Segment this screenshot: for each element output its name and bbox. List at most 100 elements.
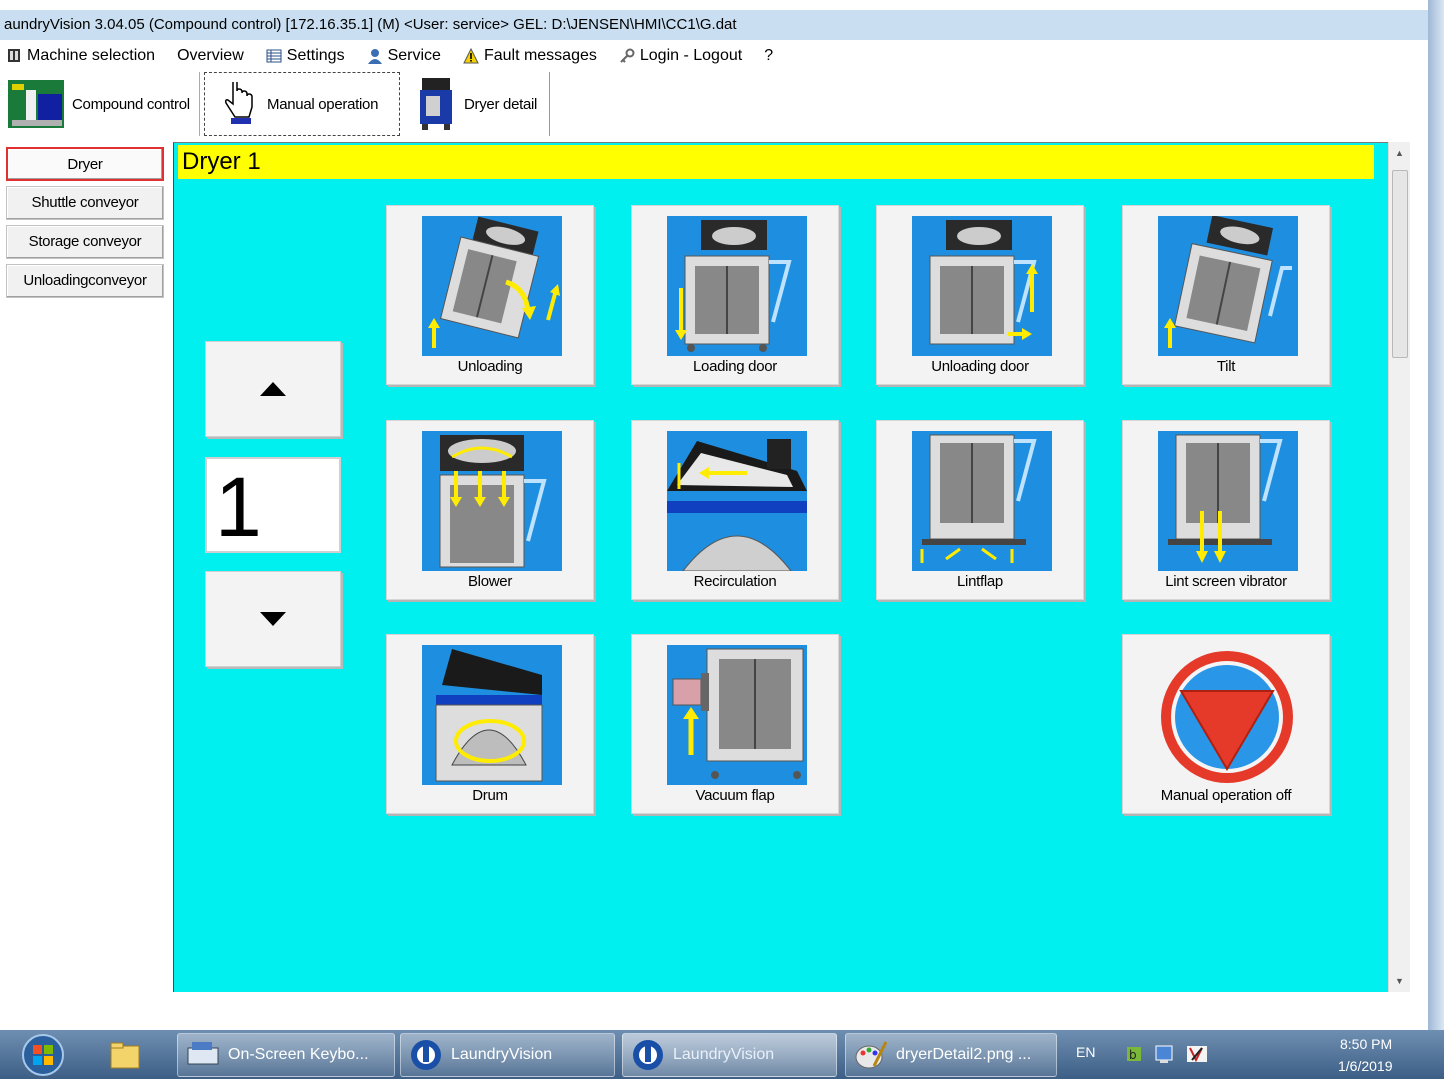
explorer-taskbar-button[interactable] [100, 1033, 164, 1077]
laundryvision-icon [633, 1040, 663, 1070]
tile-label: Vacuum flap [695, 787, 775, 804]
settings-table-icon [266, 49, 282, 63]
menu-machine-selection[interactable]: Machine selection [6, 47, 155, 65]
machine-sidebar: Dryer Shuttle conveyor Storage conveyor … [6, 142, 172, 992]
dryer-detail-button[interactable]: Dryer detail [400, 72, 550, 136]
tile-recirculation[interactable]: Recirculation [631, 420, 839, 600]
tile-blower[interactable]: Blower [386, 420, 594, 600]
menu-help[interactable]: ? [764, 47, 773, 65]
tile-label: Loading door [693, 358, 777, 375]
taskbar-item-label: LaundryVision [673, 1046, 775, 1063]
menu-overview[interactable]: Overview [177, 47, 244, 65]
taskbar-item-label: On-Screen Keybo... [228, 1046, 369, 1063]
tile-label: Unloading door [931, 358, 1029, 375]
vertical-scrollbar[interactable]: ▲ ▼ [1388, 142, 1410, 992]
menu-label: Settings [286, 47, 345, 64]
folder-icon [110, 1042, 140, 1069]
taskbar: On-Screen Keybo... LaundryVision Laundry… [0, 1030, 1444, 1079]
tile-tilt[interactable]: Tilt [1122, 205, 1330, 385]
tray-app-icon[interactable]: b [1124, 1044, 1144, 1064]
manual-operation-off-button[interactable]: Manual operation off [1122, 634, 1330, 814]
manual-operation-button[interactable]: Manual operation [204, 72, 400, 136]
lint-screen-vibrator-icon [1158, 431, 1298, 571]
menu-label: ? [764, 47, 774, 64]
tile-loading-door[interactable]: Loading door [631, 205, 839, 385]
volume-mixer-icon[interactable] [1186, 1044, 1208, 1064]
windows-start-icon [22, 1034, 64, 1076]
tile-drum[interactable]: Drum [386, 634, 594, 814]
tile-lint-screen-vibrator[interactable]: Lint screen vibrator [1122, 420, 1330, 600]
laundryvision-icon [411, 1040, 441, 1070]
sidebar-item-unloading-conveyor[interactable]: Unloadingconveyor [6, 264, 164, 298]
arrow-up-icon [260, 382, 286, 396]
window-title: aundryVision 3.04.05 (Compound control) … [0, 10, 1428, 40]
menu-bar: Machine selection Overview Settings Serv… [0, 42, 795, 70]
dryer-detail-label: Dryer detail [464, 95, 538, 113]
scroll-up-icon[interactable]: ▲ [1395, 148, 1404, 158]
lintflap-icon [912, 431, 1052, 571]
clock-time[interactable]: 8:50 PM [1340, 1036, 1392, 1052]
drum-icon [422, 645, 562, 785]
menu-label: Service [387, 47, 441, 64]
compound-control-button[interactable]: Compound control [0, 72, 200, 136]
tile-label: Lint screen vibrator [1165, 573, 1287, 590]
increment-button[interactable] [205, 341, 341, 437]
hand-pointer-icon [225, 82, 253, 124]
tile-vacuum-flap[interactable]: Vacuum flap [631, 634, 839, 814]
tile-label: Manual operation off [1160, 787, 1292, 804]
decrement-button[interactable] [205, 571, 341, 667]
paint-palette-icon [855, 1041, 888, 1069]
start-button[interactable] [14, 1033, 72, 1077]
taskbar-item-paint[interactable]: dryerDetail2.png ... [845, 1033, 1057, 1077]
taskbar-item-laundryvision-1[interactable]: LaundryVision [400, 1033, 615, 1077]
menu-login-logout[interactable]: Login - Logout [619, 47, 742, 65]
loading-door-icon [667, 216, 807, 356]
warning-icon [463, 48, 479, 64]
tile-lintflap[interactable]: Lintflap [876, 420, 1084, 600]
arrow-down-icon [260, 612, 286, 626]
taskbar-item-laundryvision-2[interactable]: LaundryVision [622, 1033, 837, 1077]
sidebar-item-shuttle-conveyor[interactable]: Shuttle conveyor [6, 186, 164, 220]
menu-settings[interactable]: Settings [266, 47, 345, 65]
keyboard-icon [187, 1042, 219, 1065]
manual-off-icon [1161, 651, 1293, 783]
scroll-down-icon[interactable]: ▼ [1395, 976, 1404, 986]
scrollbar-thumb[interactable] [1392, 170, 1408, 358]
tile-label: Recirculation [693, 573, 777, 590]
vacuum-flap-icon [667, 645, 807, 785]
menu-label: Machine selection [27, 47, 156, 64]
taskbar-item-label: LaundryVision [451, 1046, 553, 1063]
network-icon[interactable] [1154, 1044, 1174, 1064]
menu-label: Overview [177, 47, 244, 64]
recirculation-icon [667, 431, 807, 571]
dryer-number-display: 1 [205, 457, 341, 554]
svg-text:b: b [1129, 1048, 1137, 1062]
sidebar-item-dryer[interactable]: Dryer [6, 147, 164, 181]
menu-label: Fault messages [483, 47, 597, 64]
menu-service[interactable]: Service [367, 47, 441, 65]
taskbar-item-onscreen-keyboard[interactable]: On-Screen Keybo... [177, 1033, 395, 1077]
tile-label: Tilt [1216, 358, 1236, 375]
unloading-icon [422, 216, 562, 356]
menu-fault-messages[interactable]: Fault messages [463, 47, 597, 65]
taskbar-item-label: dryerDetail2.png ... [896, 1046, 1032, 1063]
compound-control-icon [8, 80, 64, 128]
tile-unloading-door[interactable]: Unloading door [876, 205, 1084, 385]
window-frame-edge [1428, 0, 1444, 1030]
clock-date[interactable]: 1/6/2019 [1338, 1058, 1393, 1074]
tile-label: Unloading [457, 358, 523, 375]
sidebar-item-storage-conveyor[interactable]: Storage conveyor [6, 225, 164, 259]
panel-title: Dryer 1 [178, 145, 1374, 179]
blower-icon [422, 431, 562, 571]
service-person-icon [367, 49, 382, 64]
tile-label: Drum [472, 787, 508, 804]
compound-control-label: Compound control [72, 95, 190, 113]
toolbar: Compound control Manual operation Dryer … [0, 72, 550, 136]
machine-icon [8, 49, 20, 62]
unloading-door-icon [912, 216, 1052, 356]
manual-operation-label: Manual operation [267, 95, 379, 113]
tile-unloading[interactable]: Unloading [386, 205, 594, 385]
language-indicator[interactable]: EN [1076, 1044, 1095, 1060]
tilt-icon [1158, 216, 1298, 356]
tile-label: Blower [467, 573, 513, 590]
